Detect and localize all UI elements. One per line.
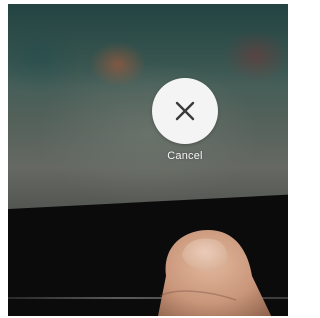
close-icon: [175, 101, 195, 121]
screen-shade: [8, 4, 288, 209]
cancel-label: Cancel: [167, 150, 203, 162]
cancel-button[interactable]: [152, 78, 218, 144]
device-screen-photo: Cancel: [8, 4, 288, 316]
